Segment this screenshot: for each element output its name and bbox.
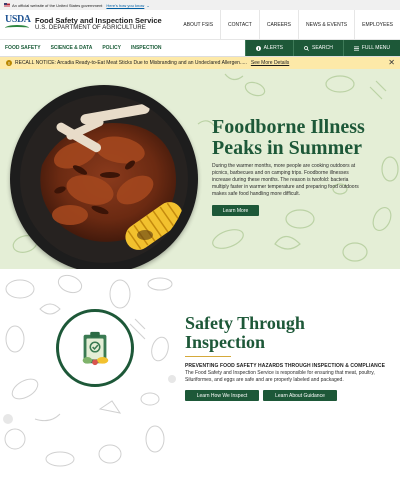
safety-description: The Food Safety and Inspection Service i… — [185, 370, 375, 383]
alert-message: RECALL NOTICE: Arcadia Ready-to-Eat Meat… — [15, 60, 247, 66]
nav-policy[interactable]: POLICY — [97, 40, 126, 56]
inspection-seal — [56, 309, 134, 387]
main-nav: FOOD SAFETY SCIENCE & DATA POLICY INSPEC… — [0, 40, 400, 57]
chevron-down-icon[interactable]: ⌄ — [146, 3, 149, 8]
heres-how-you-know-link[interactable]: Here's how you know — [106, 3, 144, 8]
gov-banner: An official website of the United States… — [0, 0, 400, 10]
nav-actions: ALERTS SEARCH FULL MENU — [244, 40, 400, 56]
search-button[interactable]: SEARCH — [293, 40, 343, 56]
hero-section: Foodborne Illness Peaks in Summer During… — [0, 69, 400, 269]
utility-links: ABOUT FSIS CONTACT CAREERS NEWS & EVENTS… — [176, 10, 400, 39]
search-label: SEARCH — [312, 45, 333, 51]
full-menu-button[interactable]: FULL MENU — [342, 40, 400, 56]
gold-divider — [185, 356, 231, 357]
alerts-button[interactable]: ALERTS — [244, 40, 293, 56]
see-more-details-link[interactable]: See More Details — [251, 60, 289, 66]
alerts-label: ALERTS — [263, 45, 283, 51]
gov-banner-text: An official website of the United States… — [12, 2, 103, 8]
hero-description: During the warmer months, more people ar… — [212, 163, 359, 197]
agency-title[interactable]: Food Safety and Inspection Service U.S. … — [35, 16, 162, 32]
link-careers[interactable]: CAREERS — [258, 10, 298, 39]
agency-name: Food Safety and Inspection Service — [35, 16, 162, 26]
site-header: USDA Food Safety and Inspection Service … — [0, 10, 400, 40]
recall-alert: ! RECALL NOTICE: Arcadia Ready-to-Eat Me… — [0, 57, 400, 69]
full-menu-label: FULL MENU — [361, 45, 390, 51]
usda-logo[interactable]: USDA — [5, 13, 31, 35]
learn-how-we-inspect-button[interactable]: Learn How We Inspect — [185, 390, 259, 401]
link-employees[interactable]: EMPLOYEES — [354, 10, 400, 39]
safety-section: Safety Through Inspection PREVENTING FOO… — [0, 269, 400, 478]
nav-science-data[interactable]: SCIENCE & DATA — [46, 40, 98, 56]
clipboard-inspection-icon — [82, 331, 109, 366]
hero-title: Foodborne Illness Peaks in Summer — [212, 116, 365, 159]
close-icon[interactable]: ✕ — [388, 59, 395, 67]
us-flag-icon — [4, 3, 10, 7]
link-about-fsis[interactable]: ABOUT FSIS — [176, 10, 220, 39]
department-name: U.S. DEPARTMENT OF AGRICULTURE — [35, 25, 146, 32]
learn-about-guidance-button[interactable]: Learn About Guidance — [263, 390, 337, 401]
alert-info-icon: ! — [6, 60, 12, 66]
ribs-corn-illustration — [40, 103, 183, 250]
learn-more-button[interactable]: Learn More — [212, 205, 259, 216]
nav-inspection[interactable]: INSPECTION — [126, 40, 167, 56]
link-news-events[interactable]: NEWS & EVENTS — [298, 10, 354, 39]
usda-logo-text: USDA — [5, 13, 31, 25]
bbq-plate-image — [10, 85, 198, 269]
usda-swoosh-icon — [5, 24, 29, 31]
search-icon — [304, 45, 309, 51]
nav-food-safety[interactable]: FOOD SAFETY — [0, 40, 46, 56]
menu-icon — [353, 46, 359, 51]
safety-subtitle: PREVENTING FOOD SAFETY HAZARDS THROUGH I… — [185, 363, 386, 369]
link-contact[interactable]: CONTACT — [220, 10, 259, 39]
safety-title: Safety Through Inspection — [185, 313, 305, 352]
info-icon — [255, 45, 261, 51]
